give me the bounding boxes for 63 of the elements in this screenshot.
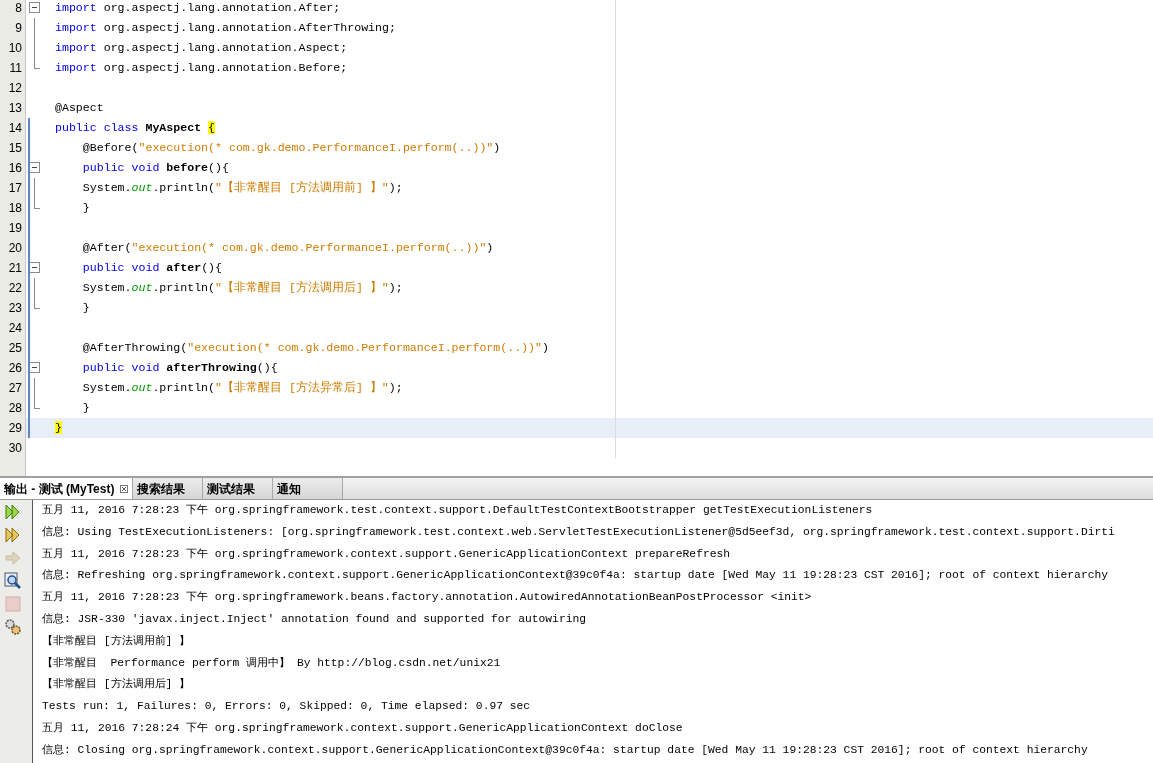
line-number: 9 <box>15 21 22 35</box>
console-line: 【非常醒目 [方法调用后] 】 <box>42 678 191 691</box>
code-line: @After("execution(* com.gk.demo.PerformanceI.perform(..))") <box>81 241 494 254</box>
line-number: 17 <box>8 181 22 195</box>
console-line: 【非常醒目 Performance perform 调用中】 By http://blog.csdn.net/unix21 <box>42 656 501 669</box>
line-number: 22 <box>8 281 22 295</box>
line-number: 25 <box>8 341 22 355</box>
code-line: public void before(){ <box>81 161 229 174</box>
line-number: 19 <box>8 221 22 235</box>
line-number: 15 <box>8 141 22 155</box>
code-line: } <box>81 201 90 214</box>
code-line: } <box>81 301 90 314</box>
code-line: public void after(){ <box>81 261 222 274</box>
code-line: public class MyAspect { <box>55 121 216 134</box>
line-number: 18 <box>8 201 22 215</box>
line-number: 21 <box>8 261 22 275</box>
output-tab[interactable]: 搜索结果 <box>133 478 204 499</box>
line-number: 23 <box>8 301 22 315</box>
console-line: 五月 11, 2016 7:28:23 下午 org.springframework.test.context.support.DefaultTestContextBootstrapper getTestExecutionListeners <box>42 504 873 516</box>
code-line: System.out.println("【非常醒目 [方法调用后] 】"); <box>81 281 403 294</box>
line-number: 14 <box>8 121 22 135</box>
console-line: 信息: Closing org.springframework.context.support.GenericApplicationContext@39c0f4a: startup date [Wed May 11 19:28:23 CST 2016]; root of context hierarchy <box>42 743 1088 756</box>
line-number: 13 <box>8 101 22 115</box>
console-line: 信息: Refreshing org.springframework.context.support.GenericApplicationContext@39c0f4a: startup date [Wed May 11 19:28:23 CST 2016]; root of context hierarchy <box>42 569 1108 582</box>
line-number: 26 <box>8 361 22 375</box>
line-number: 27 <box>8 381 22 395</box>
code-line: public void afterThrowing(){ <box>81 361 278 374</box>
gears-icon[interactable] <box>4 618 22 636</box>
close-icon[interactable] <box>120 484 129 493</box>
search-icon[interactable] <box>4 572 22 590</box>
double-play-icon[interactable] <box>4 526 22 544</box>
code-line: @AfterThrowing("execution(* com.gk.demo.PerformanceI.perform(..))") <box>81 341 549 354</box>
console-line: 五月 11, 2016 7:28:24 下午 org.springframework.context.support.GenericApplicationContext doClose <box>42 721 683 734</box>
code-line: } <box>81 401 90 414</box>
line-number: 20 <box>8 241 22 255</box>
console-line: 信息: Using TestExecutionListeners: [org.springframework.test.context.web.ServletTestExecutionListener@5d5eef3d, org.springframework.test.context.support.Dirti <box>42 525 1115 538</box>
console-line: 信息: JSR-330 'javax.inject.Inject' annotation found and supported for autowiring <box>42 613 586 625</box>
code-line: System.out.println("【非常醒目 [方法异常后] 】"); <box>81 381 403 394</box>
code-line: import org.aspectj.lang.annotation.After; <box>55 1 341 14</box>
line-number: 28 <box>8 401 22 415</box>
code-line: import org.aspectj.lang.annotation.Aspect; <box>55 41 348 54</box>
output-tab[interactable]: 输出 - 测试 (MyTest) <box>0 478 134 499</box>
code-line: @Before("execution(* com.gk.demo.PerformanceI.perform(..))") <box>81 141 501 154</box>
code-line: System.out.println("【非常醒目 [方法调用前] 】"); <box>81 181 403 194</box>
line-number: 11 <box>9 61 22 75</box>
fold-toggle-icon[interactable] <box>29 2 40 13</box>
line-number: 8 <box>15 1 22 15</box>
console-line: 【非常醒目 [方法调用前] 】 <box>42 634 191 647</box>
output-tab[interactable]: 通知 <box>273 478 344 499</box>
output-tab[interactable]: 测试结果 <box>203 478 274 499</box>
code-line: import org.aspectj.lang.annotation.Before; <box>55 61 348 74</box>
line-number: 16 <box>8 161 22 175</box>
line-number: 30 <box>8 441 22 455</box>
console-line: Tests run: 1, Failures: 0, Errors: 0, Skipped: 0, Time elapsed: 0.97 sec <box>42 700 531 713</box>
code-line: import org.aspectj.lang.annotation.AfterThrowing; <box>55 21 396 34</box>
line-number: 29 <box>8 421 22 435</box>
code-line: @Aspect <box>55 101 104 114</box>
console-line: 五月 11, 2016 7:28:23 下午 org.springframework.beans.factory.annotation.AutowiredAnnotationBeanPostProcessor <init> <box>42 591 812 604</box>
console-line: 五月 11, 2016 7:28:23 下午 org.springframework.context.support.GenericApplicationContext prepareRefresh <box>42 547 731 560</box>
line-number: 12 <box>8 81 22 95</box>
line-number: 24 <box>8 321 22 335</box>
double-play-icon[interactable] <box>4 503 22 521</box>
line-number: 10 <box>8 41 22 55</box>
